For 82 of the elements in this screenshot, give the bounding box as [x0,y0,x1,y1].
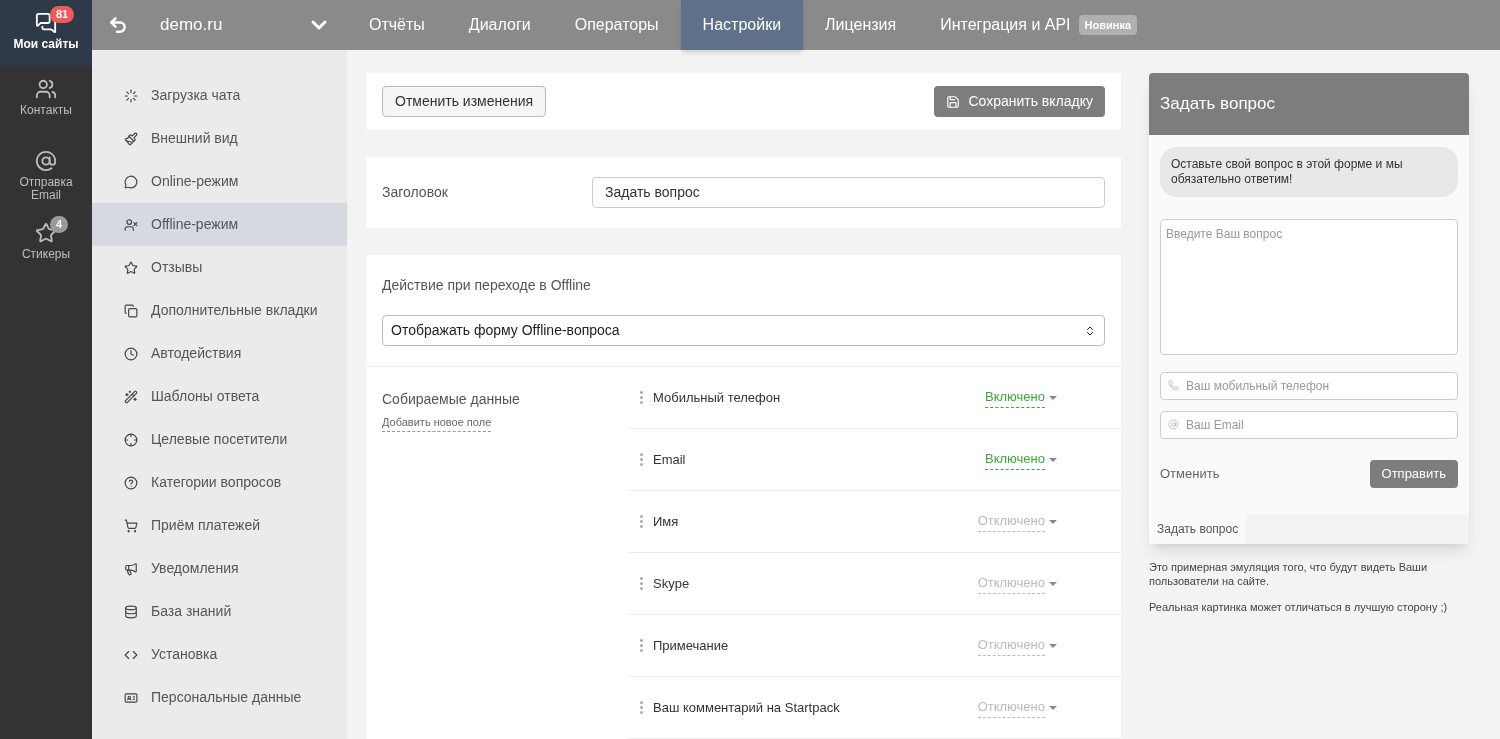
drag-handle-icon[interactable] [640,391,643,404]
title-input[interactable]: Задать вопрос [592,177,1105,209]
email-field[interactable]: Ваш Email [1160,411,1458,439]
cart-icon [124,518,138,533]
brush-icon [124,131,138,146]
star-icon [124,260,138,275]
sidebar-item[interactable]: Установка [92,633,347,676]
drag-handle-icon[interactable] [640,515,643,528]
sidebar-item[interactable]: Приём платежей [92,504,347,547]
rail-item[interactable]: Стикеры 4 [0,210,92,282]
sidebar-item[interactable]: Целевые посетители [92,418,347,461]
preview-note: Реальная картинка может отличаться в лучшую сторону ;) [1149,600,1449,614]
phone-field[interactable]: Ваш мобильный телефон [1160,372,1458,400]
sidebar-item[interactable]: Шаблоны ответа [92,375,347,418]
rail-item[interactable]: Мои сайты 81 [0,0,92,66]
sidebar-item[interactable]: База знаний [92,590,347,633]
action-select[interactable]: Отображать форму Offline-вопроса [382,315,1105,346]
field-label: Заголовок [382,183,449,203]
sidebar-item[interactable]: Online-режим [92,160,347,203]
field-name: Skype [653,574,690,593]
rail-item[interactable]: Отправка Email [0,138,92,210]
megaphone-icon [124,561,138,576]
id-card-icon [124,690,138,705]
field-name: Мобильный телефон [653,388,781,407]
crosshair-icon [124,432,138,447]
copy-icon [124,303,138,318]
sidebar-item[interactable]: Дополнительные вкладки [92,289,347,332]
send-button[interactable]: Отправить [1369,460,1458,488]
count-badge: 4 [50,216,69,233]
new-badge: Новинка [1078,14,1138,36]
field-name: Имя [653,512,679,531]
field-label: Действие при переходе в Offline [382,276,592,295]
chat-bubble-icon [124,174,138,189]
nav-tab[interactable]: Настройки [680,0,804,50]
message-bubble: Оставьте свой вопрос в этой форме и мы обязательно ответим! [1160,147,1458,197]
magic-wand-icon [124,389,138,404]
sidebar-item[interactable]: Категории вопросов [92,461,347,504]
cancel-changes-button[interactable]: Отменить изменения [382,86,547,118]
field-name: Ваш комментарий на Startpack [653,698,840,717]
at-sign-icon [1168,419,1179,430]
sidebar-item[interactable]: Загрузка чата [92,74,347,117]
save-icon [946,94,961,109]
spinner-icon [124,88,138,103]
field-name: Email [653,450,686,469]
database-icon [124,604,138,619]
save-tab-button[interactable]: Сохранить вкладку [934,86,1105,118]
clock-icon [124,346,138,361]
nav-tab[interactable]: Диалоги [446,0,553,50]
drag-handle-icon[interactable] [640,453,643,466]
preview-tab[interactable]: Задать вопрос [1149,514,1247,544]
cancel-button[interactable]: Отменить [1160,464,1220,484]
preview-title: Задать вопрос [1160,93,1275,116]
nav-tab[interactable]: Операторы [552,0,681,50]
preview-note: Это примерная эмуляция того, что будут видеть Ваши пользователи на сайте. [1149,560,1429,588]
star-icon [35,222,57,244]
sidebar-item[interactable]: Персональные данные [92,676,347,719]
drag-handle-icon[interactable] [640,577,643,590]
phone-icon [1168,380,1179,391]
sidebar-item[interactable]: Offline-режим [92,203,347,246]
people-icon [35,78,57,100]
nav-tab[interactable]: Лицензия [803,0,919,50]
question-icon [124,475,138,490]
count-badge: 81 [50,6,75,23]
chat-bubbles-icon [35,12,57,34]
question-field[interactable]: Введите Ваш вопрос [1160,219,1458,355]
user-x-icon [124,217,138,232]
drag-handle-icon[interactable] [640,639,643,652]
rail-item[interactable]: Контакты [0,66,92,138]
sidebar-item[interactable]: Отзывы [92,246,347,289]
site-name: demo.ru [160,14,224,37]
sidebar-item[interactable]: Уведомления [92,547,347,590]
at-sign-icon [35,150,57,172]
field-name: Примечание [653,636,729,655]
sidebar-item[interactable]: Автодействия [92,332,347,375]
nav-tab[interactable]: Отчёты [347,0,447,50]
add-field-link[interactable]: Добавить новое поле [382,414,492,432]
nav-tab[interactable]: Интеграция и API Новинка [918,0,1160,50]
back-icon[interactable] [108,15,128,35]
select-arrows-icon [1084,324,1096,337]
section-label: Собираемые данные [382,390,520,409]
drag-handle-icon[interactable] [640,701,643,714]
sidebar-item[interactable]: Внешний вид [92,117,347,160]
